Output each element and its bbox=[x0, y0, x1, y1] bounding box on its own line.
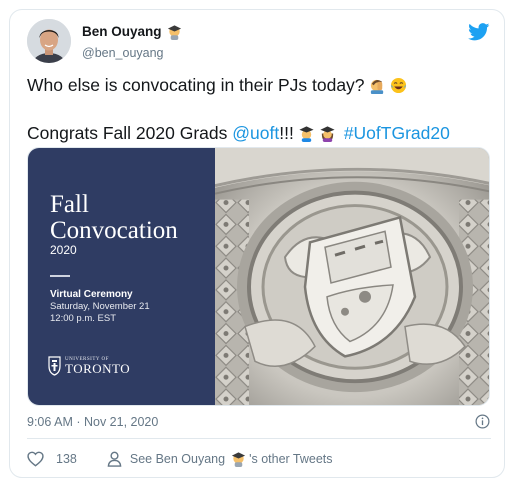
like-button[interactable]: 138 bbox=[27, 451, 107, 467]
person-facepalming-emoji bbox=[370, 79, 383, 94]
convocation-panel: Fall Convocation 2020 Virtual Ceremony S… bbox=[28, 148, 215, 405]
tweet-line-1-text: Who else is convocating in their PJs tod… bbox=[27, 75, 365, 95]
avatar-photo bbox=[27, 19, 71, 63]
uoft-logo-big: TORONTO bbox=[65, 361, 131, 376]
media-time: 12:00 p.m. EST bbox=[50, 313, 117, 324]
author-block[interactable]: Ben Ouyang @ben_ouyang bbox=[82, 23, 183, 60]
uoft-crest-icon bbox=[48, 356, 61, 376]
divider bbox=[27, 438, 491, 439]
see-other-tweets-text: See Ben Ouyang 's other Tweets bbox=[130, 450, 333, 467]
like-count: 138 bbox=[56, 451, 77, 466]
media-year: 2020 bbox=[50, 243, 77, 257]
author-name[interactable]: Ben Ouyang bbox=[82, 23, 183, 40]
tweet-line-2: Congrats Fall 2020 Grads @uoft!!! #UofTG… bbox=[27, 121, 450, 145]
stone-crest-carving-photo bbox=[215, 148, 489, 405]
media-date-block: Saturday, November 21 12:00 p.m. EST bbox=[50, 301, 150, 325]
man-student-emoji bbox=[299, 125, 314, 142]
author-name-text: Ben Ouyang bbox=[82, 24, 162, 39]
avatar[interactable] bbox=[27, 19, 71, 63]
hashtag-link[interactable]: #UofTGrad20 bbox=[344, 121, 450, 145]
media-image[interactable]: Fall Convocation 2020 Virtual Ceremony S… bbox=[27, 147, 490, 406]
media-event: Virtual Ceremony bbox=[50, 289, 133, 300]
see-other-tweets-link[interactable]: See Ben Ouyang 's other Tweets bbox=[107, 450, 333, 467]
see-other-tweets-prefix: See Ben Ouyang bbox=[129, 451, 226, 466]
uoft-logo: UNIVERSITY OF TORONTO bbox=[48, 356, 130, 376]
mention-link[interactable]: @uoft bbox=[232, 121, 279, 145]
media-title: Fall Convocation bbox=[50, 192, 178, 244]
student-emoji bbox=[167, 25, 181, 40]
tweet-line-1: Who else is convocating in their PJs tod… bbox=[27, 73, 450, 97]
woman-student-emoji bbox=[320, 125, 335, 142]
person-icon bbox=[107, 451, 122, 467]
tweet-line-2-prefix: Congrats Fall 2020 Grads bbox=[27, 123, 233, 143]
tweet-actions: 138 See Ben Ouyang 's other Tweets bbox=[27, 450, 333, 467]
tweet-card[interactable]: Ben Ouyang @ben_ouyang Who else is convo… bbox=[9, 9, 505, 478]
tweet-text: Who else is convocating in their PJs tod… bbox=[27, 73, 450, 145]
media-title-line-1: Fall bbox=[50, 191, 89, 218]
see-other-tweets-suffix: 's other Tweets bbox=[249, 451, 333, 466]
heart-icon bbox=[27, 451, 44, 467]
info-icon[interactable] bbox=[475, 414, 490, 429]
student-emoji bbox=[231, 452, 246, 467]
media-divider bbox=[50, 275, 70, 277]
twitter-bird-icon[interactable] bbox=[468, 23, 490, 41]
tweet-line-2-suffix: !!! bbox=[279, 123, 294, 143]
tweet-timestamp[interactable]: 9:06 AM · Nov 21, 2020 bbox=[27, 415, 158, 429]
author-handle[interactable]: @ben_ouyang bbox=[82, 46, 183, 60]
media-title-line-2: Convocation bbox=[50, 217, 178, 244]
media-date: Saturday, November 21 bbox=[50, 301, 150, 312]
tears-of-joy-emoji bbox=[390, 77, 406, 93]
